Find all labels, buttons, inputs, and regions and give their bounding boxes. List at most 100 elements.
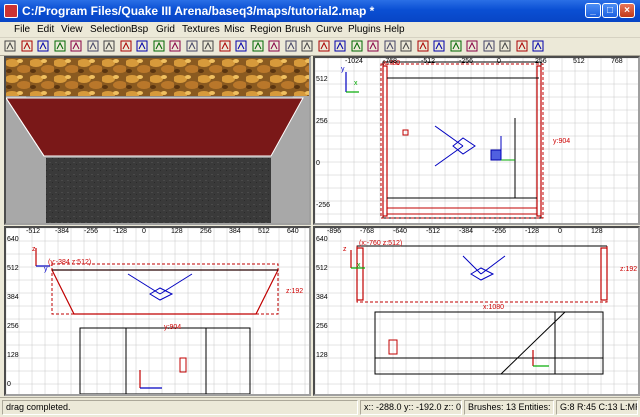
menu-bar: File Edit View Selection Bsp Grid Textur… <box>0 22 640 38</box>
rotate-x-icon[interactable] <box>87 40 99 52</box>
endcap-icon[interactable] <box>417 40 429 52</box>
menu-selection[interactable]: Selection <box>90 24 131 35</box>
y-tick-label: 512 <box>7 265 19 272</box>
top-view[interactable]: x:760 y:904 x y -1024 -768 -512 -256 0 256 512… <box>313 56 640 225</box>
menu-brush[interactable]: Brush <box>285 24 311 35</box>
selected-brush <box>51 269 279 315</box>
csg-subtract-icon[interactable] <box>202 40 214 52</box>
flip-x-icon[interactable] <box>37 40 49 52</box>
close-button[interactable]: × <box>619 3 635 18</box>
brush-outline <box>374 311 604 375</box>
flip-y-icon[interactable] <box>54 40 66 52</box>
bevel-icon[interactable] <box>400 40 412 52</box>
floor-face <box>46 158 271 223</box>
x-tick-label: 512 <box>258 228 270 235</box>
brush-icon[interactable] <box>466 40 478 52</box>
menu-curve[interactable]: Curve <box>316 24 343 35</box>
x-tick-label: -512 <box>26 228 41 235</box>
y-tick-label: 128 <box>316 352 328 359</box>
menu-grid[interactable]: Grid <box>156 24 175 35</box>
small-entity <box>179 357 187 373</box>
status-bar: drag completed. x:: -288.0 y:: -192.0 z:… <box>0 397 640 417</box>
camera-scene <box>6 58 309 223</box>
scale-x-icon[interactable] <box>334 40 346 52</box>
status-grid: G:8 R:45 C:13 L:MR <box>556 400 638 415</box>
brush-right-wall <box>536 65 542 217</box>
app-icon <box>4 4 18 18</box>
camera-view[interactable] <box>4 56 311 225</box>
top-axis-x: x <box>354 80 358 87</box>
minimize-button[interactable]: _ <box>585 3 601 18</box>
x-tick-label: -384 <box>55 228 70 235</box>
save-icon[interactable] <box>21 40 33 52</box>
menu-file[interactable]: File <box>14 24 30 35</box>
scale-z-icon[interactable] <box>367 40 379 52</box>
drag-vertex-icon[interactable] <box>499 40 511 52</box>
side-axis-x: x <box>357 262 361 269</box>
change-view-icon[interactable] <box>268 40 280 52</box>
side-dim-top: (x:-760 z:512) <box>359 240 403 247</box>
free-rotate-icon[interactable] <box>318 40 330 52</box>
menu-edit[interactable]: Edit <box>37 24 54 35</box>
y-tick-label: 256 <box>316 118 328 125</box>
selected-brush-face <box>6 97 304 157</box>
top-axis-y: y <box>341 66 345 73</box>
x-tick-label: -256 <box>84 228 99 235</box>
open-icon[interactable] <box>4 40 16 52</box>
select-inside-icon[interactable] <box>186 40 198 52</box>
menu-textures[interactable]: Textures <box>182 24 220 35</box>
rotate-z-icon[interactable] <box>120 40 132 52</box>
flip-z-icon[interactable] <box>70 40 82 52</box>
y-tick-label: 0 <box>7 381 11 388</box>
camera-icon[interactable] <box>301 40 313 52</box>
light-entity <box>452 137 476 155</box>
x-tick-label: 128 <box>591 228 603 235</box>
cone-icon[interactable] <box>433 40 445 52</box>
front-view-grid <box>6 228 309 394</box>
light-entity <box>470 267 495 281</box>
select-touching-icon[interactable] <box>153 40 165 52</box>
x-tick-label: -512 <box>426 228 441 235</box>
y-tick-label: 640 <box>316 236 328 243</box>
y-tick-label: 0 <box>316 160 320 167</box>
x-tick-label: 128 <box>171 228 183 235</box>
brush-outline <box>382 61 542 219</box>
menu-help[interactable]: Help <box>384 24 405 35</box>
sphere-icon[interactable] <box>450 40 462 52</box>
sky-texture <box>6 58 309 98</box>
select-partial-icon[interactable] <box>169 40 181 52</box>
menu-region[interactable]: Region <box>250 24 282 35</box>
csg-merge-icon[interactable] <box>219 40 231 52</box>
y-tick-label: 384 <box>7 294 19 301</box>
bend-icon[interactable] <box>532 40 544 52</box>
menu-view[interactable]: View <box>61 24 83 35</box>
maximize-button[interactable]: □ <box>602 3 618 18</box>
status-coords: x:: -288.0 y:: -192.0 z:: 0.0 <box>360 400 462 415</box>
x-tick-label: 512 <box>573 58 585 65</box>
patch-icon[interactable] <box>384 40 396 52</box>
scale-y-icon[interactable] <box>351 40 363 52</box>
x-tick-label: 640 <box>287 228 299 235</box>
menu-bsp[interactable]: Bsp <box>131 24 148 35</box>
status-message: drag completed. <box>2 400 358 415</box>
show-patch-icon[interactable] <box>516 40 528 52</box>
x-tick-label: -128 <box>113 228 128 235</box>
drag-edges-icon[interactable] <box>483 40 495 52</box>
side-axis-z: z <box>343 246 347 253</box>
menu-plugins[interactable]: Plugins <box>348 24 381 35</box>
brush-left-wall <box>382 65 388 217</box>
side-view[interactable]: (x:-760 z:512) x:1080 z:192 z x -896 -768… <box>313 226 640 396</box>
y-tick-label: 512 <box>316 265 328 272</box>
rotate-y-icon[interactable] <box>103 40 115 52</box>
x-tick-label: -640 <box>393 228 408 235</box>
front-view[interactable]: (y:-384 z:512) y:904 z:192 z y -512 -384 -… <box>4 226 311 396</box>
select-complete-icon[interactable] <box>136 40 148 52</box>
window-title: C:/Program Files/Quake III Arena/baseq3/… <box>22 4 375 18</box>
selection-box <box>51 263 279 315</box>
clipper-icon[interactable] <box>252 40 264 52</box>
menu-misc[interactable]: Misc <box>224 24 245 35</box>
hollow-icon[interactable] <box>235 40 247 52</box>
x-tick-label: -896 <box>327 228 342 235</box>
status-counts: Brushes: 13 Entities: 1 <box>464 400 554 415</box>
texture-view-icon[interactable] <box>285 40 297 52</box>
